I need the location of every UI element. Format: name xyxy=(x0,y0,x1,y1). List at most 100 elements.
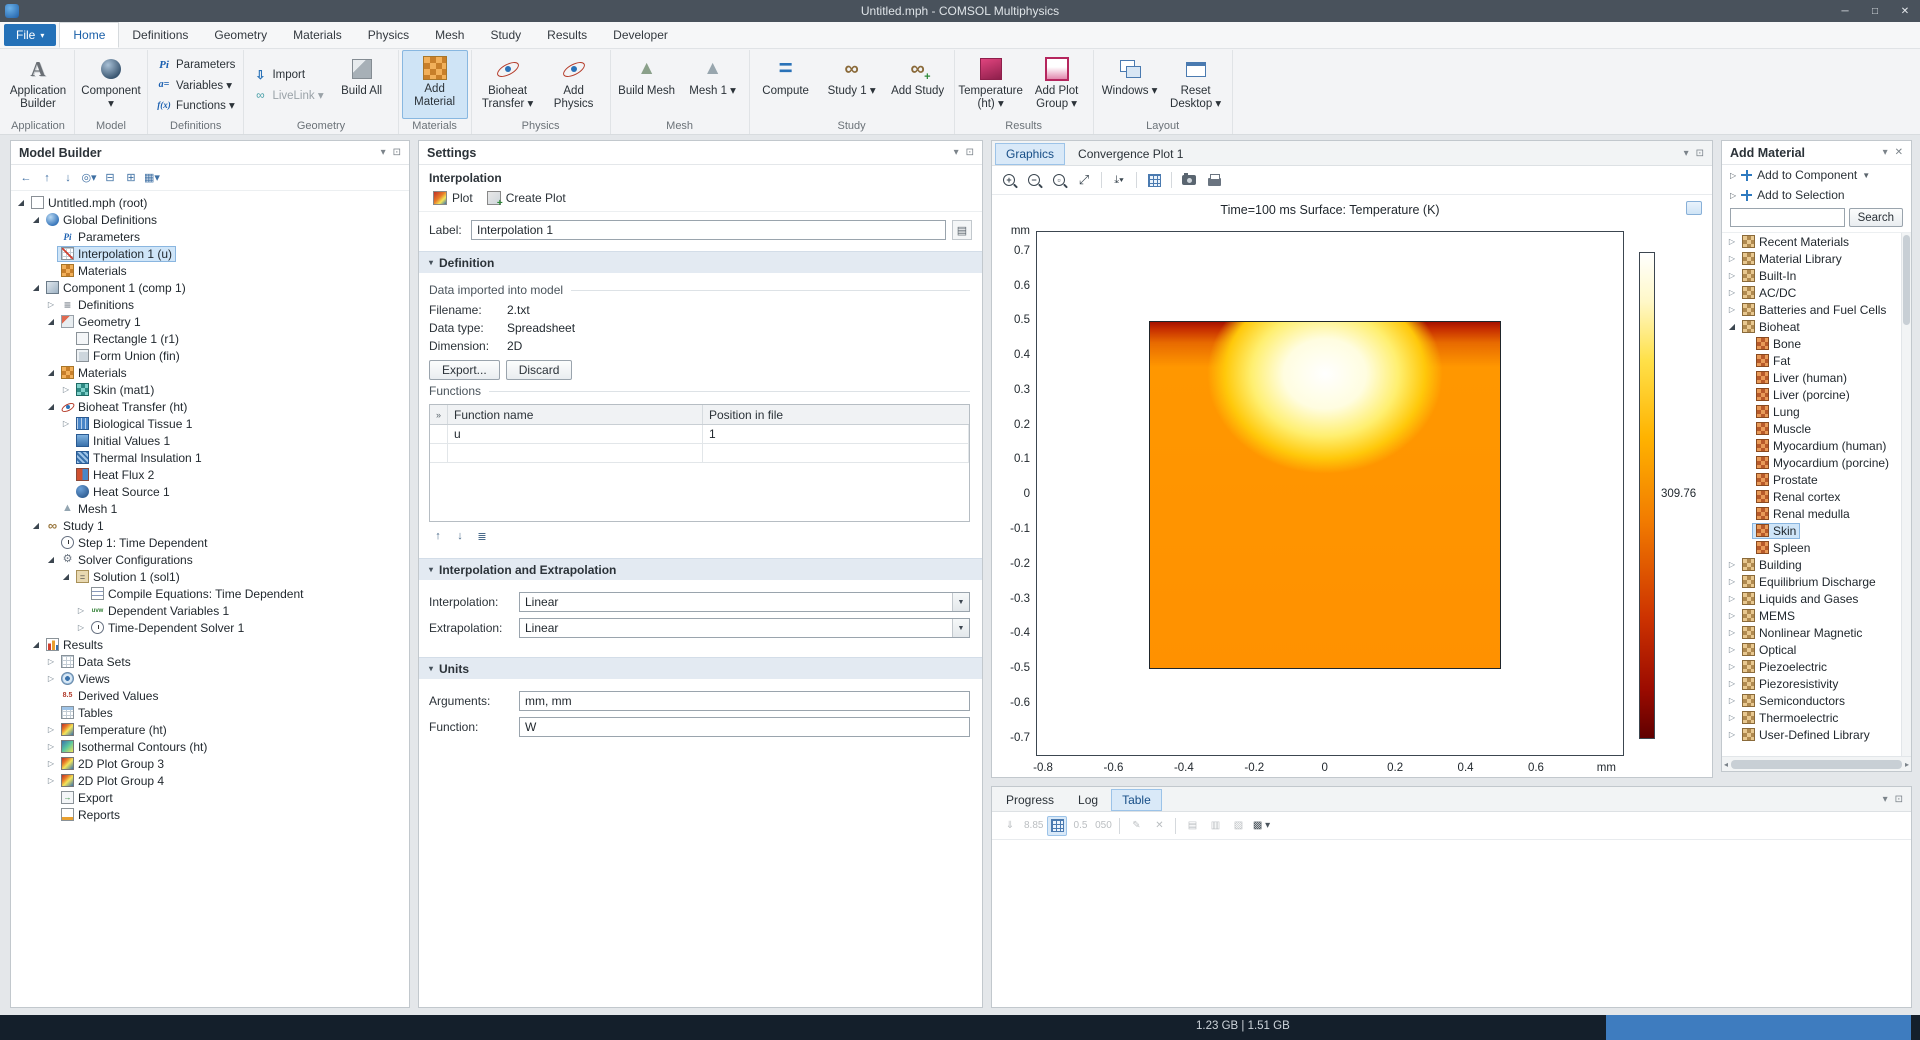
expand-arrow-icon[interactable]: ▷ xyxy=(1726,288,1738,297)
tree-item[interactable]: Compile Equations: Time Dependent xyxy=(11,585,409,602)
material-item[interactable]: ◢Bioheat xyxy=(1722,318,1911,335)
material-item[interactable]: ▷User-Defined Library xyxy=(1722,726,1911,743)
expand-arrow-icon[interactable]: ▷ xyxy=(1726,713,1738,722)
menu-tab-physics[interactable]: Physics xyxy=(355,22,422,48)
expand-arrow-icon[interactable]: ▷ xyxy=(1726,254,1738,263)
tab-table[interactable]: Table xyxy=(1111,789,1162,811)
expand-arrow-icon[interactable]: ▷ xyxy=(1726,679,1738,688)
material-item[interactable]: Lung xyxy=(1722,403,1911,420)
panel-float-icon[interactable]: ⊡ xyxy=(393,147,401,158)
label-options-button[interactable]: ▤ xyxy=(952,220,972,240)
material-item[interactable]: ▷Optical xyxy=(1722,641,1911,658)
panel-menu-icon[interactable]: ▾ xyxy=(381,147,386,158)
scroll-right-icon[interactable]: ▸ xyxy=(1905,760,1909,769)
create-plot-button[interactable]: Create Plot xyxy=(481,189,572,207)
material-item[interactable]: ▷AC/DC xyxy=(1722,284,1911,301)
tree-item[interactable]: ▷Temperature (ht) xyxy=(11,721,409,738)
tree-item[interactable]: Materials xyxy=(11,262,409,279)
collapse-all-icon[interactable]: ⊟ xyxy=(101,169,119,187)
material-item[interactable]: Liver (human) xyxy=(1722,369,1911,386)
livelink-button[interactable]: LiveLink ▾ xyxy=(249,86,326,104)
tree-item[interactable]: Thermal Insulation 1 xyxy=(11,449,409,466)
expand-arrow-icon[interactable]: ▷ xyxy=(1726,628,1738,637)
tree-item[interactable]: ▷2D Plot Group 3 xyxy=(11,755,409,772)
tree-item[interactable]: ◢Bioheat Transfer (ht) xyxy=(11,398,409,415)
plot-button[interactable]: Plot xyxy=(427,189,479,207)
material-item[interactable]: Bone xyxy=(1722,335,1911,352)
expand-arrow-icon[interactable]: ▷ xyxy=(1726,271,1738,280)
material-item[interactable]: ▷Built-In xyxy=(1722,267,1911,284)
scrollbar-thumb[interactable] xyxy=(1731,760,1902,769)
tree-item[interactable]: Parameters xyxy=(11,228,409,245)
move-up-button[interactable]: ↑ xyxy=(429,527,447,545)
variables-button[interactable]: Variables ▾ xyxy=(153,76,238,94)
definition-section-header[interactable]: ▾ Definition xyxy=(419,251,982,273)
expand-arrow-icon[interactable]: ◢ xyxy=(45,317,57,326)
tree-item[interactable]: Reports xyxy=(11,806,409,823)
functions-table[interactable]: » Function name Position in file u1 xyxy=(429,404,970,522)
tree-item[interactable]: Interpolation 1 (u) xyxy=(11,245,409,262)
reset-desktop-button[interactable]: Reset Desktop ▾ xyxy=(1163,50,1229,119)
plot-tools-icon[interactable] xyxy=(1686,201,1702,215)
tree-item[interactable]: ▷Dependent Variables 1 xyxy=(11,602,409,619)
tree-options-icon[interactable]: ▦▾ xyxy=(143,169,161,187)
material-item[interactable]: Muscle xyxy=(1722,420,1911,437)
tree-item[interactable]: ◢Untitled.mph (root) xyxy=(11,194,409,211)
tree-item[interactable]: ◢Solution 1 (sol1) xyxy=(11,568,409,585)
tab-convergence-plot-1[interactable]: Convergence Plot 1 xyxy=(1067,143,1194,165)
menu-tab-home[interactable]: Home xyxy=(59,22,119,48)
tree-item[interactable]: ▷Views xyxy=(11,670,409,687)
vertical-scrollbar[interactable] xyxy=(1901,233,1911,756)
expand-arrow-icon[interactable]: ▷ xyxy=(1726,560,1738,569)
expand-arrow-icon[interactable]: ▷ xyxy=(1726,662,1738,671)
expand-arrow-icon[interactable]: ▷ xyxy=(45,300,57,309)
material-item[interactable]: ▷Batteries and Fuel Cells xyxy=(1722,301,1911,318)
menu-tab-study[interactable]: Study xyxy=(477,22,534,48)
expand-arrow-icon[interactable]: ▷ xyxy=(45,674,57,683)
panel-float-icon[interactable]: ⊡ xyxy=(966,147,974,158)
tree-item[interactable]: Export xyxy=(11,789,409,806)
expand-arrow-icon[interactable]: ▷ xyxy=(45,742,57,751)
move-down-button[interactable]: ↓ xyxy=(451,527,469,545)
import-button[interactable]: Import xyxy=(249,66,326,84)
panel-close-icon[interactable]: ✕ xyxy=(1895,147,1903,158)
tree-item[interactable]: Tables xyxy=(11,704,409,721)
tree-item[interactable]: ▷Time-Dependent Solver 1 xyxy=(11,619,409,636)
expand-arrow-icon[interactable]: ▷ xyxy=(45,725,57,734)
mesh-1-button[interactable]: Mesh 1 ▾ xyxy=(680,50,746,119)
expand-arrow-icon[interactable]: ▷ xyxy=(1726,696,1738,705)
material-item[interactable]: ▷Piezoresistivity xyxy=(1722,675,1911,692)
expand-arrow-icon[interactable]: ▷ xyxy=(45,657,57,666)
label-input[interactable] xyxy=(471,220,946,240)
expand-arrow-icon[interactable]: ◢ xyxy=(30,521,42,530)
application-builder-button[interactable]: Application Builder xyxy=(5,50,71,119)
material-item[interactable]: ▷Semiconductors xyxy=(1722,692,1911,709)
panel-menu-icon[interactable]: ▾ xyxy=(954,147,959,158)
image-snapshot-icon[interactable] xyxy=(1178,169,1200,191)
expand-arrow-icon[interactable]: ▷ xyxy=(1726,305,1738,314)
units-section-header[interactable]: ▾ Units xyxy=(419,657,982,679)
interpolation-section-header[interactable]: ▾ Interpolation and Extrapolation xyxy=(419,558,982,580)
expand-arrow-icon[interactable]: ▷ xyxy=(45,776,57,785)
grid-icon[interactable] xyxy=(1143,169,1165,191)
material-item[interactable]: ▷Nonlinear Magnetic xyxy=(1722,624,1911,641)
menu-tab-materials[interactable]: Materials xyxy=(280,22,355,48)
add-material-button[interactable]: Add Material xyxy=(402,50,468,119)
expand-arrow-icon[interactable]: ◢ xyxy=(1726,322,1738,331)
add-to-component-button[interactable]: ▷ Add to Component ▼ xyxy=(1722,165,1911,185)
compute-button[interactable]: Compute xyxy=(753,50,819,119)
expand-arrow-icon[interactable]: ▷ xyxy=(1726,577,1738,586)
expand-all-icon[interactable]: ⊞ xyxy=(122,169,140,187)
tree-item[interactable]: ▷Isothermal Contours (ht) xyxy=(11,738,409,755)
material-item[interactable]: Myocardium (human) xyxy=(1722,437,1911,454)
tree-item[interactable]: ◢Results xyxy=(11,636,409,653)
menu-tab-geometry[interactable]: Geometry xyxy=(201,22,280,48)
tree-item[interactable]: Heat Source 1 xyxy=(11,483,409,500)
panel-float-icon[interactable]: ⊡ xyxy=(1895,794,1903,805)
plot-table-icon[interactable]: ▩ ▾ xyxy=(1251,816,1271,836)
scroll-left-icon[interactable]: ◂ xyxy=(1724,760,1728,769)
expand-arrow-icon[interactable]: ▷ xyxy=(1726,645,1738,654)
interpolation-select[interactable]: Linear ▼ xyxy=(519,592,970,612)
move-down-icon[interactable]: ↓ xyxy=(59,169,77,187)
add-to-selection-button[interactable]: ▷ Add to Selection xyxy=(1722,185,1911,205)
